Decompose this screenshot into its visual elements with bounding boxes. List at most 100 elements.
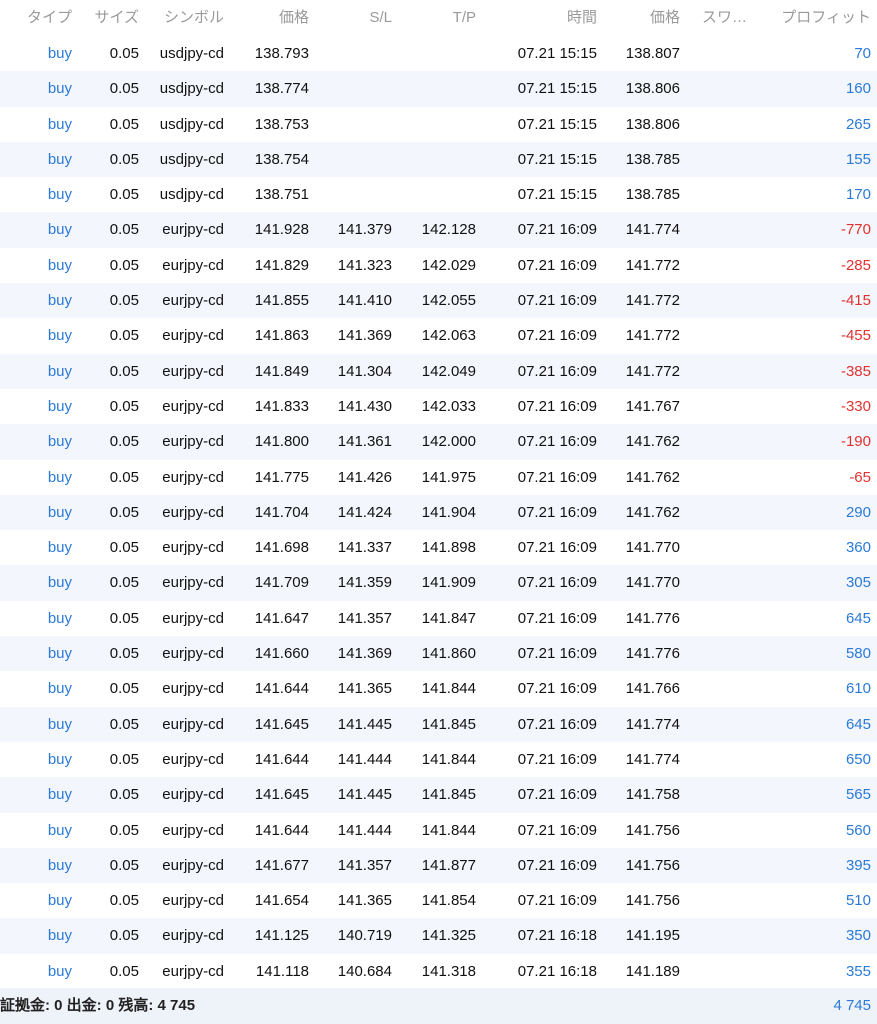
cell-time: 07.21 16:09 xyxy=(517,609,597,627)
cell-type: buy xyxy=(47,292,72,310)
table-row[interactable]: buy 0.05 eurjpy-cd 141.698 141.337 141.898 07.… xyxy=(0,530,877,565)
cell-price: 141.644 xyxy=(254,680,309,698)
cell-sl: 141.337 xyxy=(337,539,392,557)
table-header: タイプ サイズ シンボル 価格 S/L T/P 時間 価格 スワ… プロフィット xyxy=(0,0,877,36)
cell-price: 141.645 xyxy=(254,786,309,804)
cell-type: buy xyxy=(47,186,72,204)
table-row[interactable]: buy 0.05 eurjpy-cd 141.644 141.365 141.844 07.… xyxy=(0,671,877,706)
cell-size: 0.05 xyxy=(109,256,139,274)
cell-symbol: eurjpy-cd xyxy=(162,786,224,804)
cell-time: 07.21 16:18 xyxy=(517,962,597,980)
table-row[interactable]: buy 0.05 eurjpy-cd 141.829 141.323 142.029 07.… xyxy=(0,248,877,283)
cell-profit: -455 xyxy=(840,327,871,345)
cell-type: buy xyxy=(47,680,72,698)
table-row[interactable]: buy 0.05 eurjpy-cd 141.863 141.369 142.063 07.… xyxy=(0,318,877,353)
table-row[interactable]: buy 0.05 eurjpy-cd 141.709 141.359 141.909 07.… xyxy=(0,565,877,601)
header-price[interactable]: 価格 xyxy=(279,0,309,36)
table-row[interactable]: buy 0.05 usdjpy-cd 138.774 07.21 15:15 138.80… xyxy=(0,71,877,107)
cell-time: 07.21 16:09 xyxy=(517,503,597,521)
cell-size: 0.05 xyxy=(109,750,139,768)
cell-type: buy xyxy=(47,892,72,910)
table-row[interactable]: buy 0.05 eurjpy-cd 141.704 141.424 141.904 07.… xyxy=(0,494,877,531)
cell-price: 138.754 xyxy=(254,150,309,168)
cell-price: 141.698 xyxy=(254,539,309,557)
table-row[interactable]: buy 0.05 eurjpy-cd 141.677 141.357 141.877 07.… xyxy=(0,847,877,884)
table-row[interactable]: buy 0.05 eurjpy-cd 141.654 141.365 141.854 07.… xyxy=(0,883,877,918)
positions-list: buy 0.05 usdjpy-cd 138.793 07.21 15:15 138.80… xyxy=(0,36,877,989)
cell-profit: 650 xyxy=(845,750,871,768)
table-row[interactable]: buy 0.05 eurjpy-cd 141.855 141.410 142.055 07.… xyxy=(0,283,877,319)
cell-profit: 645 xyxy=(845,715,871,733)
cell-sl: 141.365 xyxy=(337,892,392,910)
cell-symbol: eurjpy-cd xyxy=(162,927,224,945)
cell-current-price: 138.806 xyxy=(625,80,680,98)
table-row[interactable]: buy 0.05 usdjpy-cd 138.751 07.21 15:15 138.78… xyxy=(0,177,877,212)
cell-type: buy xyxy=(47,327,72,345)
cell-current-price: 141.767 xyxy=(625,397,680,415)
cell-tp: 141.860 xyxy=(421,645,476,663)
cell-current-price: 141.756 xyxy=(625,821,680,839)
table-row[interactable]: buy 0.05 usdjpy-cd 138.754 07.21 15:15 138.78… xyxy=(0,141,877,178)
header-size[interactable]: サイズ xyxy=(94,0,139,36)
cell-time: 07.21 16:09 xyxy=(517,221,597,239)
cell-price: 141.125 xyxy=(254,927,309,945)
cell-type: buy xyxy=(47,927,72,945)
cell-current-price: 138.785 xyxy=(625,186,680,204)
table-row[interactable]: buy 0.05 usdjpy-cd 138.793 07.21 15:15 138.80… xyxy=(0,36,877,71)
cell-price: 141.833 xyxy=(254,397,309,415)
cell-type: buy xyxy=(47,362,72,380)
cell-symbol: eurjpy-cd xyxy=(162,503,224,521)
table-row[interactable]: buy 0.05 eurjpy-cd 141.645 141.445 141.845 07.… xyxy=(0,777,877,813)
header-symbol[interactable]: シンボル xyxy=(164,0,224,36)
cell-tp: 141.909 xyxy=(421,574,476,592)
header-profit[interactable]: プロフィット xyxy=(781,0,871,36)
table-row[interactable]: buy 0.05 eurjpy-cd 141.645 141.445 141.845 07.… xyxy=(0,706,877,742)
cell-size: 0.05 xyxy=(109,821,139,839)
cell-type: buy xyxy=(47,715,72,733)
header-tp[interactable]: T/P xyxy=(453,0,476,36)
cell-tp: 141.844 xyxy=(421,750,476,768)
table-row[interactable]: buy 0.05 eurjpy-cd 141.644 141.444 141.844 07.… xyxy=(0,813,877,848)
cell-current-price: 141.756 xyxy=(625,892,680,910)
cell-tp: 141.844 xyxy=(421,680,476,698)
table-row[interactable]: buy 0.05 eurjpy-cd 141.928 141.379 142.128 07.… xyxy=(0,212,877,248)
header-sl[interactable]: S/L xyxy=(369,0,392,36)
cell-price: 141.647 xyxy=(254,609,309,627)
cell-price: 141.775 xyxy=(254,468,309,486)
table-row[interactable]: buy 0.05 eurjpy-cd 141.125 140.719 141.325 07.… xyxy=(0,918,877,954)
cell-symbol: eurjpy-cd xyxy=(162,962,224,980)
table-row[interactable]: buy 0.05 eurjpy-cd 141.660 141.369 141.860 07.… xyxy=(0,636,877,672)
header-swap[interactable]: スワ… xyxy=(702,0,747,36)
cell-type: buy xyxy=(47,433,72,451)
table-row[interactable]: buy 0.05 eurjpy-cd 141.849 141.304 142.049 07.… xyxy=(0,353,877,389)
table-row[interactable]: buy 0.05 usdjpy-cd 138.753 07.21 15:15 138.80… xyxy=(0,107,877,142)
header-current-price[interactable]: 価格 xyxy=(650,0,680,36)
cell-symbol: usdjpy-cd xyxy=(159,80,224,98)
cell-current-price: 141.756 xyxy=(625,856,680,874)
table-row[interactable]: buy 0.05 eurjpy-cd 141.644 141.444 141.844 07.… xyxy=(0,742,877,777)
cell-time: 07.21 16:09 xyxy=(517,715,597,733)
cell-current-price: 141.772 xyxy=(625,292,680,310)
cell-sl: 141.444 xyxy=(337,750,392,768)
cell-size: 0.05 xyxy=(109,892,139,910)
cell-symbol: eurjpy-cd xyxy=(162,645,224,663)
cell-type: buy xyxy=(47,856,72,874)
header-time[interactable]: 時間 xyxy=(567,0,597,36)
cell-size: 0.05 xyxy=(109,433,139,451)
cell-current-price: 141.762 xyxy=(625,503,680,521)
header-type[interactable]: タイプ xyxy=(27,0,72,36)
account-summary-bar: 証拠金: 0 出金: 0 残高: 4 745 4 745 xyxy=(0,988,877,1024)
cell-profit: -285 xyxy=(840,256,871,274)
cell-current-price: 141.772 xyxy=(625,256,680,274)
cell-time: 07.21 16:09 xyxy=(517,362,597,380)
table-row[interactable]: buy 0.05 eurjpy-cd 141.118 140.684 141.318 07.… xyxy=(0,954,877,989)
table-row[interactable]: buy 0.05 eurjpy-cd 141.647 141.357 141.847 07.… xyxy=(0,601,877,636)
account-summary: 証拠金: 0 出金: 0 残高: 4 745 xyxy=(0,997,196,1014)
cell-type: buy xyxy=(47,397,72,415)
table-row[interactable]: buy 0.05 eurjpy-cd 141.833 141.430 142.033 07.… xyxy=(0,389,877,424)
cell-time: 07.21 16:09 xyxy=(517,468,597,486)
table-row[interactable]: buy 0.05 eurjpy-cd 141.775 141.426 141.975 07.… xyxy=(0,460,877,495)
table-row[interactable]: buy 0.05 eurjpy-cd 141.800 141.361 142.000 07.… xyxy=(0,424,877,460)
cell-time: 07.21 16:09 xyxy=(517,892,597,910)
cell-profit: 565 xyxy=(845,786,871,804)
